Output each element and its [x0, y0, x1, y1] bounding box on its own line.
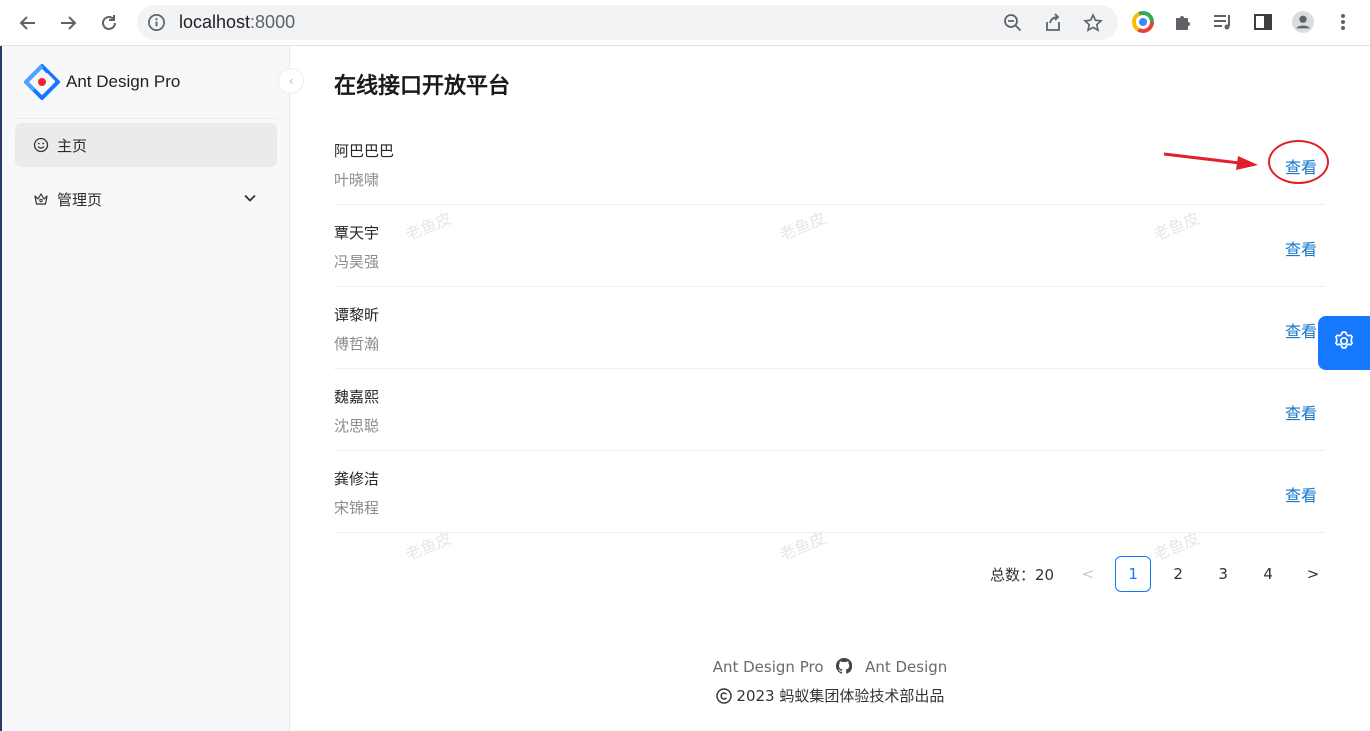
list-item-name: 龚修洁 [334, 470, 380, 488]
side-panel-icon[interactable] [1252, 11, 1274, 33]
chevron-down-icon [243, 191, 257, 209]
pagination-page-1[interactable]: 1 [1115, 556, 1152, 592]
bookmark-star-icon[interactable] [1083, 13, 1103, 33]
settings-drawer-button[interactable] [1318, 316, 1370, 370]
pagination-page-2[interactable]: 2 [1160, 556, 1196, 592]
list-item: 谭黎昕 傅哲瀚 查看 [334, 287, 1325, 369]
view-link[interactable]: 查看 [1285, 482, 1317, 506]
zoom-icon[interactable] [1003, 13, 1023, 33]
list-item: 覃天宇 冯昊强 查看 [334, 205, 1325, 287]
url-text: localhost:8000 [179, 12, 295, 33]
footer-links: Ant Design Pro Ant Design [290, 657, 1370, 676]
list-item-name: 魏嘉熙 [334, 388, 380, 406]
sidebar-item-home[interactable]: 主页 [15, 123, 277, 167]
back-icon[interactable] [16, 11, 40, 35]
copyright: 2023 蚂蚁集团体验技术部出品 [290, 685, 1370, 706]
annotation-circle [1268, 140, 1329, 184]
view-link[interactable]: 查看 [1285, 236, 1317, 260]
sidebar-item-label: 管理页 [57, 190, 103, 209]
pagination-total: 总数：20 [990, 565, 1055, 584]
sidebar-divider [16, 118, 278, 119]
ant-design-logo[interactable] [24, 64, 60, 100]
pagination-prev-icon[interactable]: < [1070, 556, 1106, 592]
url-host: localhost [179, 12, 251, 32]
pagination-page-4[interactable]: 4 [1250, 556, 1286, 592]
list-item-desc: 沈思聪 [334, 417, 380, 435]
footer-link-ant-design-pro[interactable]: Ant Design Pro [713, 658, 824, 676]
media-queue-icon[interactable] [1212, 11, 1234, 33]
view-link[interactable]: 查看 [1285, 318, 1317, 342]
chrome-extension-icon[interactable] [1132, 11, 1154, 33]
forward-icon[interactable] [56, 11, 80, 35]
list-item-name: 谭黎昕 [334, 306, 380, 324]
list-item-name: 覃天宇 [334, 224, 380, 242]
footer-link-ant-design[interactable]: Ant Design [865, 658, 947, 676]
sidebar-item-label: 主页 [57, 136, 88, 155]
smile-icon [33, 137, 49, 153]
view-link[interactable]: 查看 [1285, 400, 1317, 424]
profile-avatar-icon[interactable] [1292, 11, 1314, 33]
github-icon[interactable] [836, 657, 857, 676]
interface-list: 阿巴巴巴 叶晓啸 查看 覃天宇 冯昊强 查看 谭黎昕 傅哲瀚 查看 魏嘉熙 沈思… [334, 123, 1325, 533]
share-icon[interactable] [1043, 13, 1063, 33]
gear-icon [1332, 329, 1356, 357]
extensions-puzzle-icon[interactable] [1172, 11, 1194, 33]
list-item-desc: 傅哲瀚 [334, 335, 380, 353]
copyright-text: 2023 蚂蚁集团体验技术部出品 [736, 687, 945, 705]
brand-title[interactable]: Ant Design Pro [66, 72, 180, 92]
collapse-chevron-left-icon[interactable]: ‹ [278, 68, 304, 94]
list-item-desc: 冯昊强 [334, 253, 380, 271]
pagination: 总数：20 < 1 2 3 4 > [990, 556, 1340, 592]
pagination-next-icon[interactable]: > [1295, 556, 1331, 592]
list-item: 魏嘉熙 沈思聪 查看 [334, 369, 1325, 451]
list-item-desc: 宋锦程 [334, 499, 380, 517]
sidebar-item-admin[interactable]: 管理页 [15, 177, 277, 221]
address-bar[interactable]: localhost:8000 [137, 5, 1118, 40]
crown-icon [33, 191, 49, 207]
annotation-arrow [1163, 152, 1258, 170]
pagination-page-3[interactable]: 3 [1205, 556, 1241, 592]
list-item-name: 阿巴巴巴 [334, 142, 395, 160]
page-title: 在线接口开放平台 [334, 74, 511, 99]
sidebar: Ant Design Pro ‹ 主页 管理页 [2, 46, 304, 731]
url-port: :8000 [250, 12, 296, 32]
browser-toolbar: localhost:8000 [0, 0, 1370, 46]
list-item-desc: 叶晓啸 [334, 171, 380, 189]
copyright-icon [715, 687, 737, 705]
list-item: 龚修洁 宋锦程 查看 [334, 451, 1325, 533]
menu-kebab-icon[interactable] [1332, 11, 1354, 33]
reload-icon[interactable] [97, 11, 121, 35]
site-info-icon[interactable] [147, 13, 166, 36]
